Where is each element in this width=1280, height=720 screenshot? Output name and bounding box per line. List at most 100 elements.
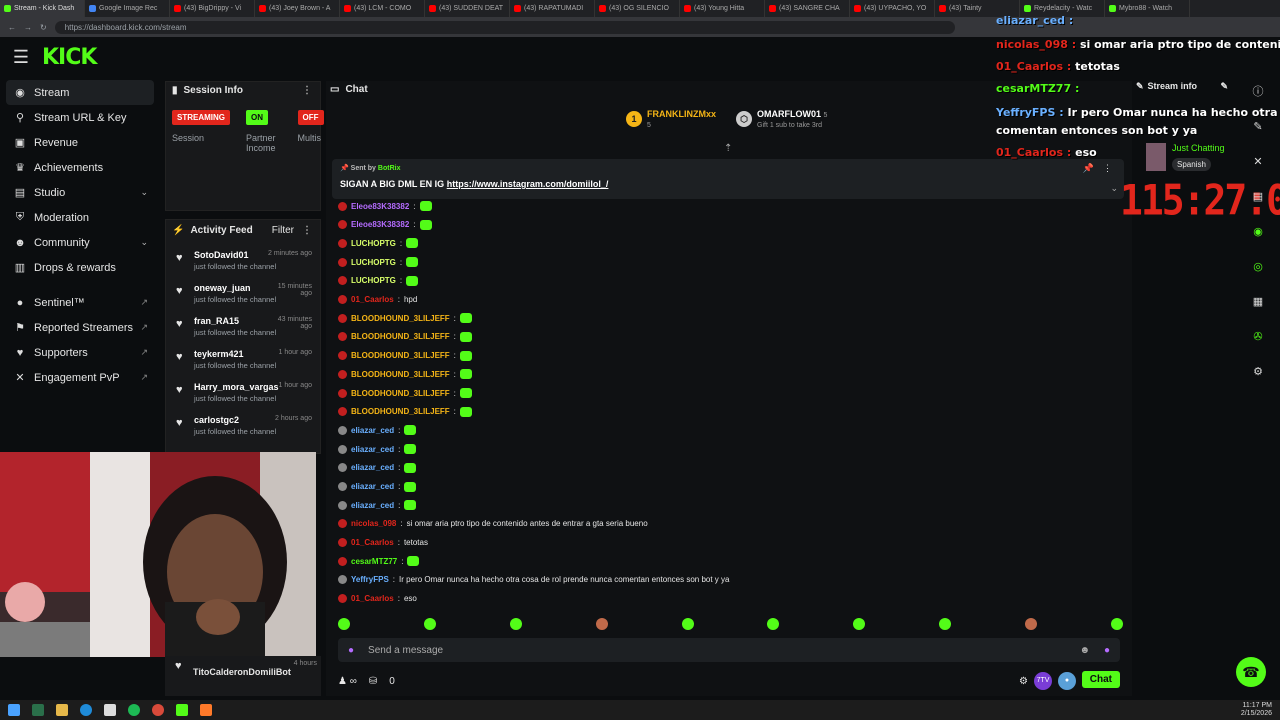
chat-message[interactable]: LUCHOPTG: <box>338 275 419 286</box>
sidebar-item-revenue[interactable]: ▣ Revenue <box>0 130 160 155</box>
back-icon[interactable]: ← <box>8 23 16 32</box>
chat-message[interactable]: nicolas_098: si omar aria ptro tipo de co… <box>338 518 648 528</box>
users-icon[interactable]: ♟ ∞ <box>338 676 357 687</box>
chat-username[interactable]: YeffryFPS <box>351 575 389 584</box>
close-icon[interactable]: ✕ <box>1248 151 1268 173</box>
emote-icon[interactable] <box>338 618 350 630</box>
chat-message[interactable]: eliazar_ced: <box>338 481 417 492</box>
chat-username[interactable]: BLOODHOUND_3LILJEFF <box>351 370 450 379</box>
chat-message[interactable]: cesarMTZ77: <box>338 556 420 567</box>
sidebar-item-reported-streamers[interactable]: ⚑ Reported Streamers ↗ <box>0 315 160 340</box>
chat-message[interactable]: BLOODHOUND_3LILJEFF: <box>338 388 472 398</box>
chat-username[interactable]: eliazar_ced <box>351 426 394 435</box>
browser-tab[interactable]: (43) OG SILENCIO <box>595 0 680 17</box>
obs-icon[interactable] <box>200 704 212 716</box>
chat-username[interactable]: 01_Caarlos <box>351 295 394 304</box>
emote-icon[interactable] <box>509 618 522 630</box>
chevron-down-icon[interactable]: ⌄ <box>1110 183 1118 194</box>
sidebar-item-stream-url-key[interactable]: ⚲ Stream URL & Key <box>0 105 160 130</box>
url-field[interactable]: https://dashboard.kick.com/stream <box>54 20 955 34</box>
sticker-icon[interactable]: ● <box>1104 645 1110 656</box>
category-name[interactable]: Just Chatting <box>1172 143 1225 153</box>
emote-icon[interactable] <box>681 618 694 630</box>
browser-tab[interactable]: (43) Joey Brown - A <box>255 0 340 17</box>
windows-start-icon[interactable] <box>8 704 20 716</box>
layout-icon[interactable]: ▦ <box>1248 291 1268 313</box>
chat-username[interactable]: BLOODHOUND_3LILJEFF <box>351 351 450 360</box>
edit-icon[interactable]: ✎ <box>1220 81 1228 92</box>
mic-icon[interactable]: ● <box>348 645 354 656</box>
chat-username[interactable]: eliazar_ced <box>351 501 394 510</box>
sidebar-item-achievements[interactable]: ♛ Achievements <box>0 155 160 180</box>
chat-input[interactable]: ● Send a message ☻ ● <box>338 638 1120 662</box>
chat-message[interactable]: Eleoe83K38382: <box>338 201 432 211</box>
chat-username[interactable]: eliazar_ced <box>351 445 394 454</box>
chat-message[interactable]: BLOODHOUND_3LILJEFF: <box>338 313 472 324</box>
menu-icon[interactable]: ☰ <box>0 47 42 68</box>
support-chat-icon[interactable]: ☎ <box>1236 657 1266 687</box>
chat-message[interactable]: 01_Caarlos: hpd <box>338 294 417 304</box>
forward-icon[interactable]: → <box>24 23 32 32</box>
taskbar-app-icon[interactable] <box>32 704 44 716</box>
chat-message[interactable]: 01_Caarlos: tetotas <box>338 537 428 547</box>
chat-username[interactable]: eliazar_ced <box>351 463 394 472</box>
browser-tab[interactable]: Stream - Kick Dash <box>0 0 85 17</box>
document-icon[interactable]: ▤ <box>1248 186 1268 208</box>
browser-tab[interactable]: (43) SUDDEN DEAT <box>425 0 510 17</box>
sidebar-item-drops-rewards[interactable]: ▥ Drops & rewards <box>0 255 160 280</box>
chat-message[interactable]: BLOODHOUND_3LILJEFF: <box>338 350 472 361</box>
pinned-link[interactable]: https://www.instagram.com/domiilol_/ <box>447 179 609 189</box>
gifter-1[interactable]: 1 FRANKLINZMxx 5 <box>626 109 716 129</box>
chat-username[interactable]: BLOODHOUND_3LILJEFF <box>351 332 450 341</box>
spotify-icon[interactable] <box>128 704 140 716</box>
edge-icon[interactable] <box>80 704 92 716</box>
points-icon[interactable]: ⛁ <box>369 676 377 687</box>
emoji-icon[interactable]: ☻ <box>1079 645 1090 656</box>
chat-username[interactable]: BLOODHOUND_3LILJEFF <box>351 407 450 416</box>
chat-username[interactable]: 01_Caarlos <box>351 594 394 603</box>
kick-taskbar-icon[interactable] <box>176 704 188 716</box>
chat-send-button[interactable]: Chat <box>1081 671 1120 688</box>
file-explorer-icon[interactable] <box>56 704 68 716</box>
chat-username[interactable]: nicolas_098 <box>351 519 396 528</box>
gifter-2[interactable]: ⬡ OMARFLOW01 5 Gift 1 sub to take 3rd <box>736 109 827 129</box>
chat-bubble-icon[interactable]: ◉ <box>1248 221 1268 243</box>
chat-username[interactable]: BLOODHOUND_3LILJEFF <box>351 314 450 323</box>
chat-message[interactable]: LUCHOPTG: <box>338 257 419 268</box>
sidebar-item-sentinel[interactable]: ● Sentinel™ ↗ <box>0 290 160 315</box>
emote-icon[interactable] <box>939 618 952 630</box>
7tv-icon[interactable]: 7TV <box>1034 672 1052 690</box>
edit-icon[interactable]: ✎ <box>1248 116 1268 138</box>
emote-icon[interactable] <box>595 618 608 630</box>
browser-tab[interactable]: (43) BigDrippy - Vi <box>170 0 255 17</box>
chat-message[interactable]: BLOODHOUND_3LILJEFF: <box>338 406 472 417</box>
emote-icon[interactable] <box>767 618 780 630</box>
settings-icon[interactable]: ⚙ <box>1019 676 1028 687</box>
chat-username[interactable]: LUCHOPTG <box>351 258 396 267</box>
chat-message[interactable]: YeffryFPS: Ir pero Omar nunca ha hecho ot… <box>338 575 729 584</box>
more-options-icon[interactable]: ⋮ <box>302 85 312 96</box>
share-icon[interactable]: ⚙ <box>1248 361 1268 383</box>
chat-message[interactable]: BLOODHOUND_3LILJEFF: <box>338 331 472 342</box>
emote-icon[interactable] <box>1110 618 1123 630</box>
sidebar-item-supporters[interactable]: ♥ Supporters ↗ <box>0 340 160 365</box>
broadcast-icon[interactable]: ◎ <box>1248 256 1268 278</box>
chat-message[interactable]: 01_Caarlos: eso <box>338 593 417 603</box>
wrench-icon[interactable]: ✇ <box>1248 326 1268 348</box>
sidebar-item-engagement-pvp[interactable]: ✕ Engagement PvP ↗ <box>0 365 160 390</box>
sidebar-item-studio[interactable]: ▤ Studio ⌄ <box>0 180 160 205</box>
reload-icon[interactable]: ↻ <box>40 23 47 32</box>
chat-username[interactable]: LUCHOPTG <box>351 276 396 285</box>
chat-username[interactable]: LUCHOPTG <box>351 239 396 248</box>
chat-username[interactable]: BLOODHOUND_3LILJEFF <box>351 389 450 398</box>
more-options-icon[interactable]: ⋮ <box>302 225 312 236</box>
emote-icon[interactable] <box>1025 618 1037 630</box>
info-icon[interactable]: ⓘ <box>1248 81 1268 103</box>
browser-tab[interactable]: (43) UYPACHO, YO <box>850 0 935 17</box>
notepad-icon[interactable] <box>104 704 116 716</box>
browser-tab[interactable]: (43) Young Hitta <box>680 0 765 17</box>
chat-username[interactable]: cesarMTZ77 <box>351 557 397 566</box>
chat-message[interactable]: Eleoe83K38382: <box>338 219 432 230</box>
sidebar-item-moderation[interactable]: ⛨ Moderation <box>0 205 160 230</box>
chat-message[interactable]: eliazar_ced: <box>338 444 417 455</box>
